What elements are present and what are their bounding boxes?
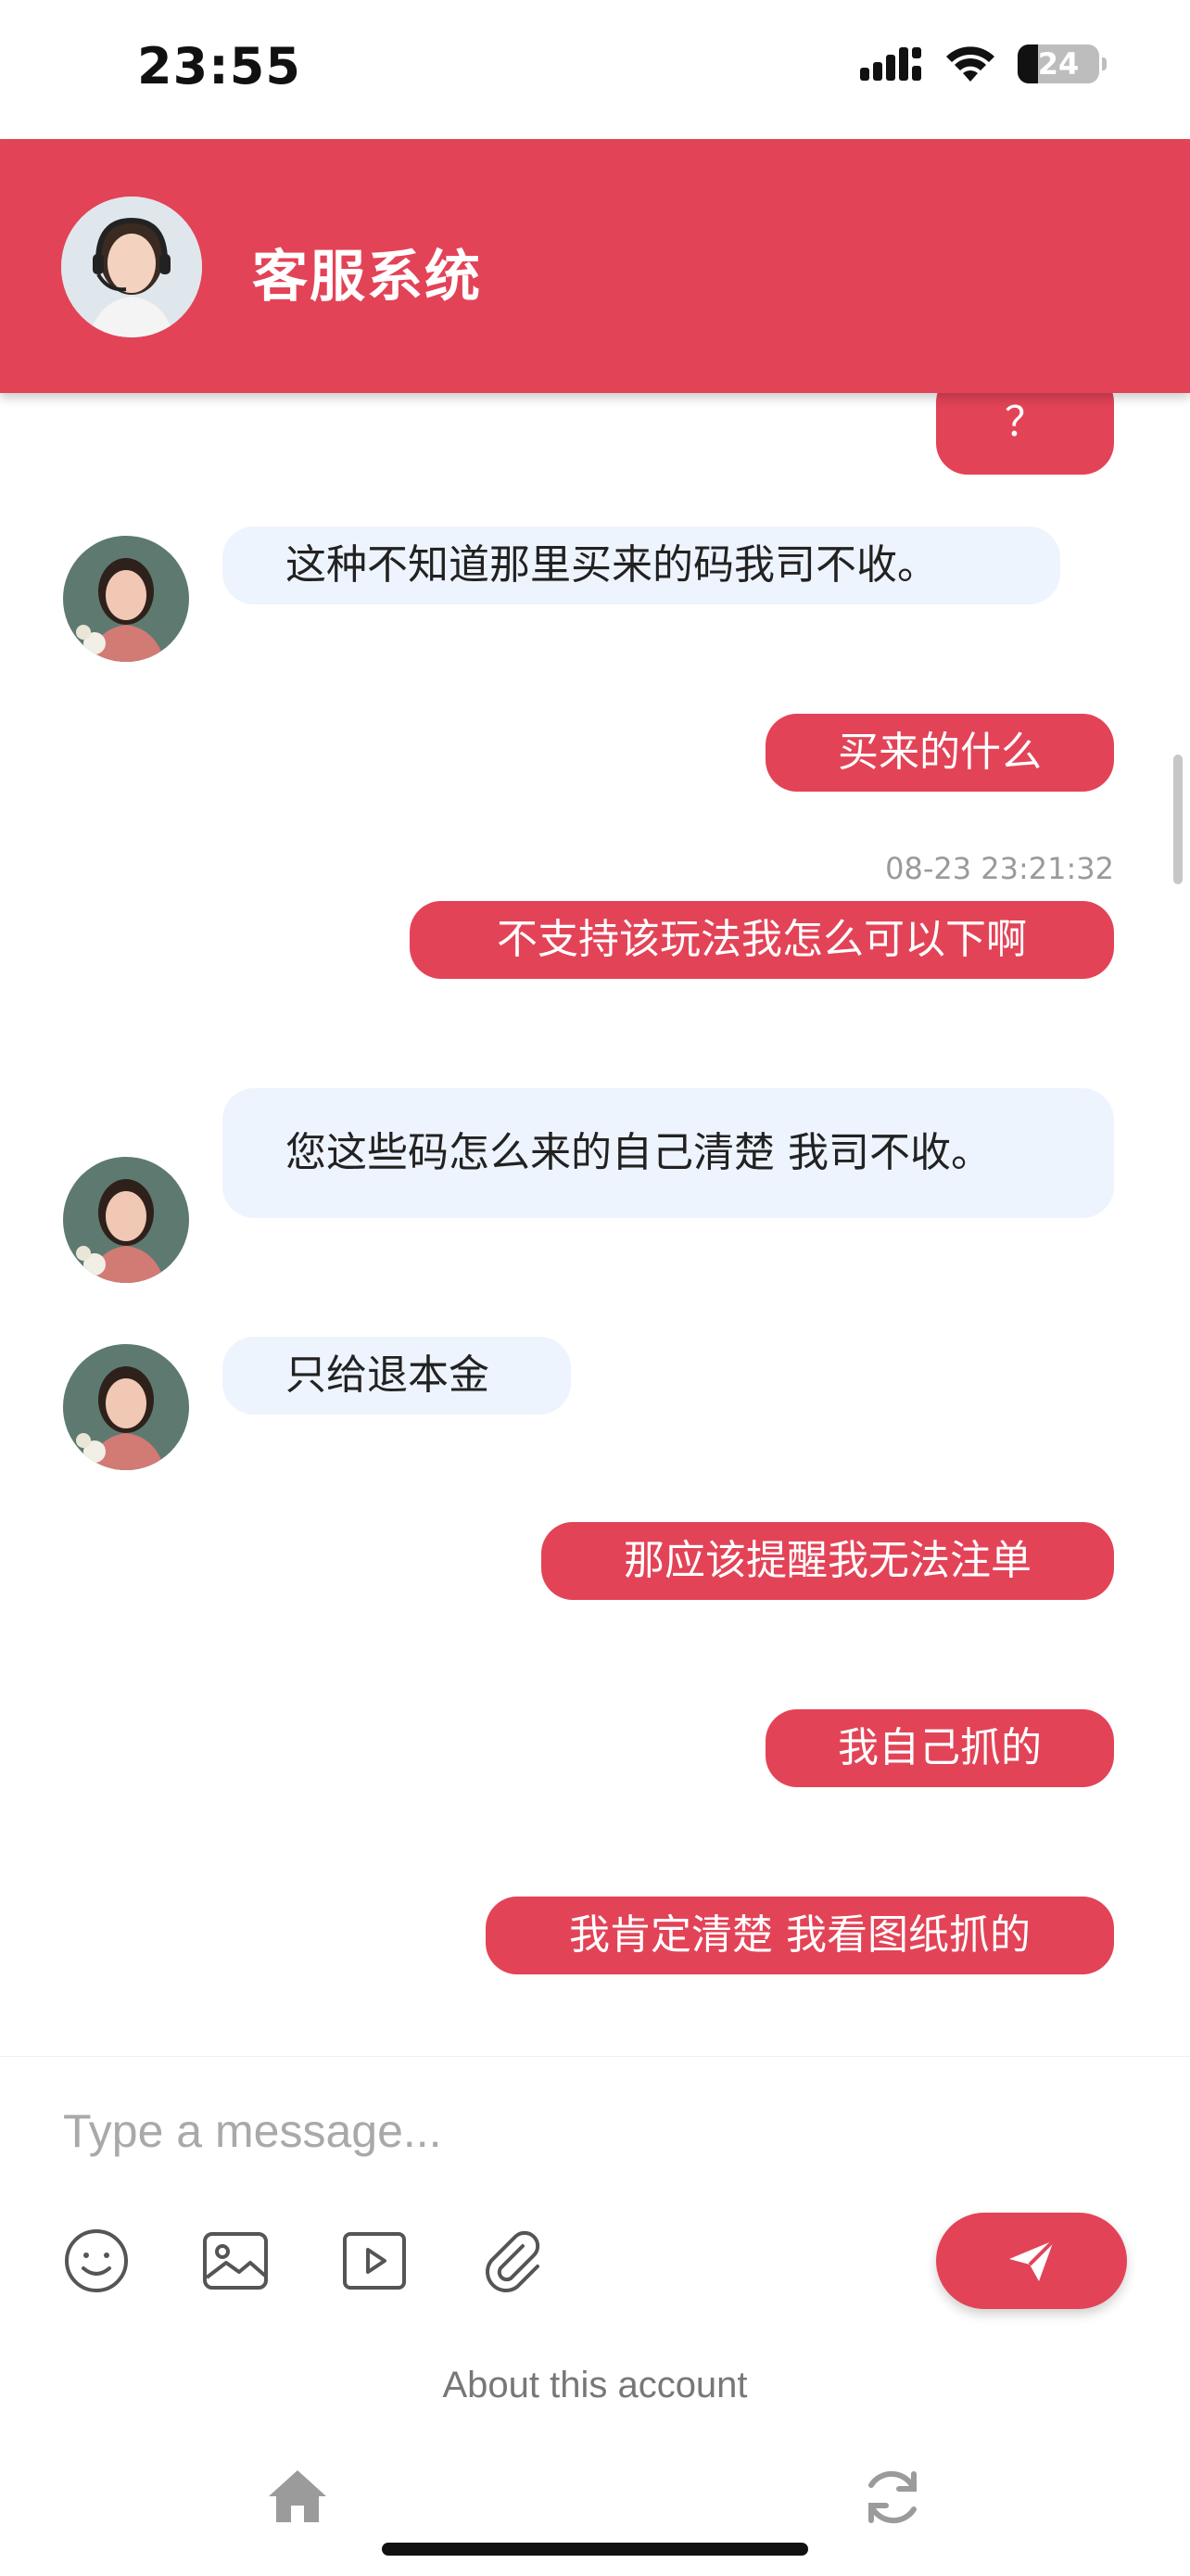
message-bubble-outgoing: 我自己抓的 (766, 1709, 1114, 1787)
message-text: 不支持该玩法我怎么可以下啊 (497, 916, 1027, 963)
message-bubble-outgoing: 那应该提醒我无法注单 (541, 1522, 1114, 1600)
send-button[interactable] (936, 2213, 1127, 2309)
agent-avatar[interactable] (61, 197, 202, 337)
message-bubble-outgoing: 我肯定清楚 我看图纸抓的 (486, 1897, 1114, 1974)
agent-avatar (63, 1344, 189, 1470)
agent-avatar (63, 536, 189, 662)
message-bubble-incoming: 您这些码怎么来的自己清楚 我司不收。 (222, 1088, 1114, 1218)
message-bubble-outgoing: 买来的什么 (766, 714, 1114, 792)
battery-icon: 24 (1018, 44, 1107, 83)
status-bar: 23:55 24 (0, 0, 1190, 139)
wifi-icon (946, 46, 994, 82)
message-input[interactable] (63, 2094, 990, 2168)
composer-tools (61, 2226, 549, 2296)
message-bubble-incoming: 这种不知道那里买来的码我司不收。 (222, 527, 1060, 604)
message-text: 我自己抓的 (838, 1724, 1042, 1771)
message-text: 买来的什么 (838, 729, 1042, 776)
about-account-link[interactable]: About this account (0, 2365, 1190, 2406)
message-bubble-incoming: 只给退本金 (222, 1337, 571, 1415)
message-text: 您这些码怎么来的自己清楚 我司不收。 (285, 1129, 992, 1176)
message-list[interactable]: ？ 这种不知道那里买来的码我司不收。 买来的什么 08-23 23:21:32 … (0, 393, 1190, 2056)
message-timestamp: 08-23 23:21:32 (885, 851, 1114, 886)
scrollbar[interactable] (1173, 755, 1183, 884)
image-icon[interactable] (200, 2226, 271, 2296)
status-time: 23:55 (137, 37, 301, 95)
composer: About this account (0, 2056, 1190, 2576)
header-title: 客服系统 (252, 245, 482, 310)
refresh-icon[interactable] (860, 2465, 925, 2533)
home-icon[interactable] (265, 2467, 330, 2528)
signal-icon (860, 47, 921, 81)
chat-header: 客服系统 (0, 139, 1190, 393)
home-indicator (382, 2543, 808, 2556)
message-text: 这种不知道那里买来的码我司不收。 (285, 541, 938, 589)
battery-level: 24 (1037, 46, 1080, 82)
message-text: 那应该提醒我无法注单 (624, 1537, 1032, 1584)
message-text: ？ (1005, 399, 1045, 446)
message-bubble-outgoing: ？ (936, 393, 1114, 475)
video-icon[interactable] (339, 2226, 410, 2296)
message-text: 我肯定清楚 我看图纸抓的 (569, 1911, 1031, 1959)
status-icons: 24 (860, 44, 1107, 83)
message-bubble-outgoing: 不支持该玩法我怎么可以下啊 (410, 901, 1114, 979)
attachment-icon[interactable] (478, 2226, 549, 2296)
agent-avatar (63, 1157, 189, 1283)
send-icon (1009, 2239, 1056, 2281)
emoji-icon[interactable] (61, 2226, 132, 2296)
message-text: 只给退本金 (285, 1351, 489, 1399)
